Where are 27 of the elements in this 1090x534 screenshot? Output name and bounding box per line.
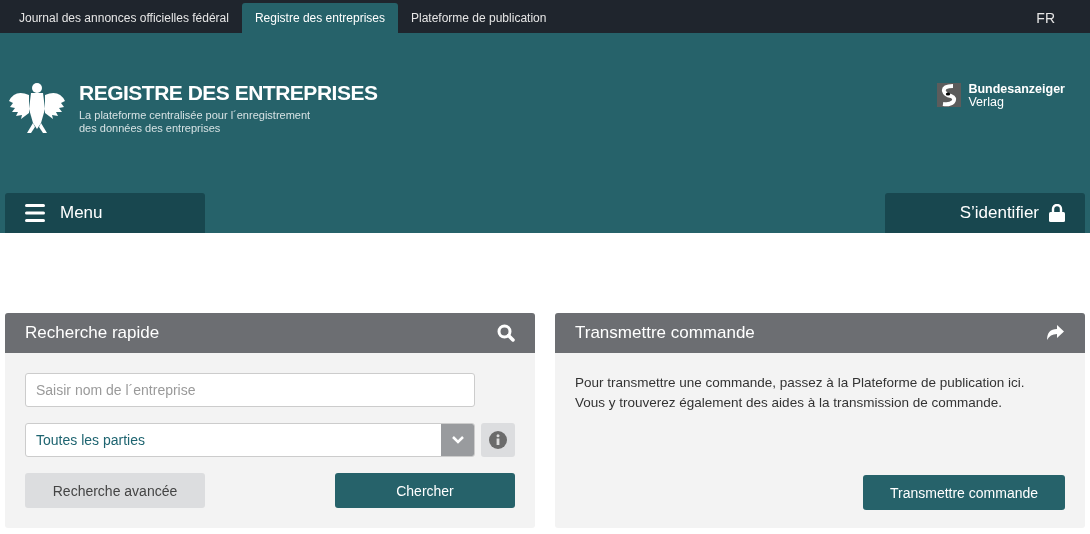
search-icon bbox=[497, 324, 515, 342]
chevron-down-icon bbox=[450, 435, 465, 445]
info-button[interactable] bbox=[481, 423, 515, 457]
site-title: REGISTRE DES ENTREPRISES bbox=[79, 81, 378, 105]
info-icon bbox=[489, 431, 507, 449]
submit-order-description: Pour transmettre une commande, passez à la Plateforme de publication ici. Vous y trouverez également des aides à la transmission de commande. bbox=[575, 374, 1026, 412]
portal-tab[interactable]: Journal des annonces officielles fédéral bbox=[6, 3, 242, 33]
panel-title: Transmettre commande bbox=[575, 323, 755, 343]
panel-title: Recherche rapide bbox=[25, 323, 160, 343]
lock-icon bbox=[1049, 204, 1065, 222]
menu-icon bbox=[25, 204, 45, 222]
scope-select[interactable]: Toutes les parties bbox=[25, 423, 475, 457]
login-button[interactable]: S’identifier bbox=[885, 193, 1085, 233]
portal-tab[interactable]: Plateforme de publication bbox=[398, 3, 560, 33]
search-button[interactable]: Chercher bbox=[335, 473, 515, 508]
site-subtitle: La plateforme centralisée pour l´enregistrement bbox=[79, 109, 312, 122]
menu-button[interactable]: Menu bbox=[5, 193, 205, 233]
portal-tab[interactable]: Registre des entreprises bbox=[241, 3, 398, 33]
site-subtitle: des données des entreprises bbox=[79, 122, 222, 135]
publisher-logo-icon bbox=[937, 83, 962, 107]
company-name-field[interactable]: Saisir nom de l´entreprise bbox=[25, 373, 475, 407]
share-arrow-icon bbox=[1045, 324, 1065, 342]
submit-order-button[interactable]: Transmettre commande bbox=[863, 475, 1065, 510]
language-menu[interactable]: FR bbox=[1023, 3, 1068, 33]
advanced-search-button[interactable]: Recherche avancée bbox=[25, 473, 205, 508]
publisher-name: Bundesanzeiger bbox=[968, 83, 1065, 96]
publisher-suffix: Verlag bbox=[968, 96, 1004, 109]
